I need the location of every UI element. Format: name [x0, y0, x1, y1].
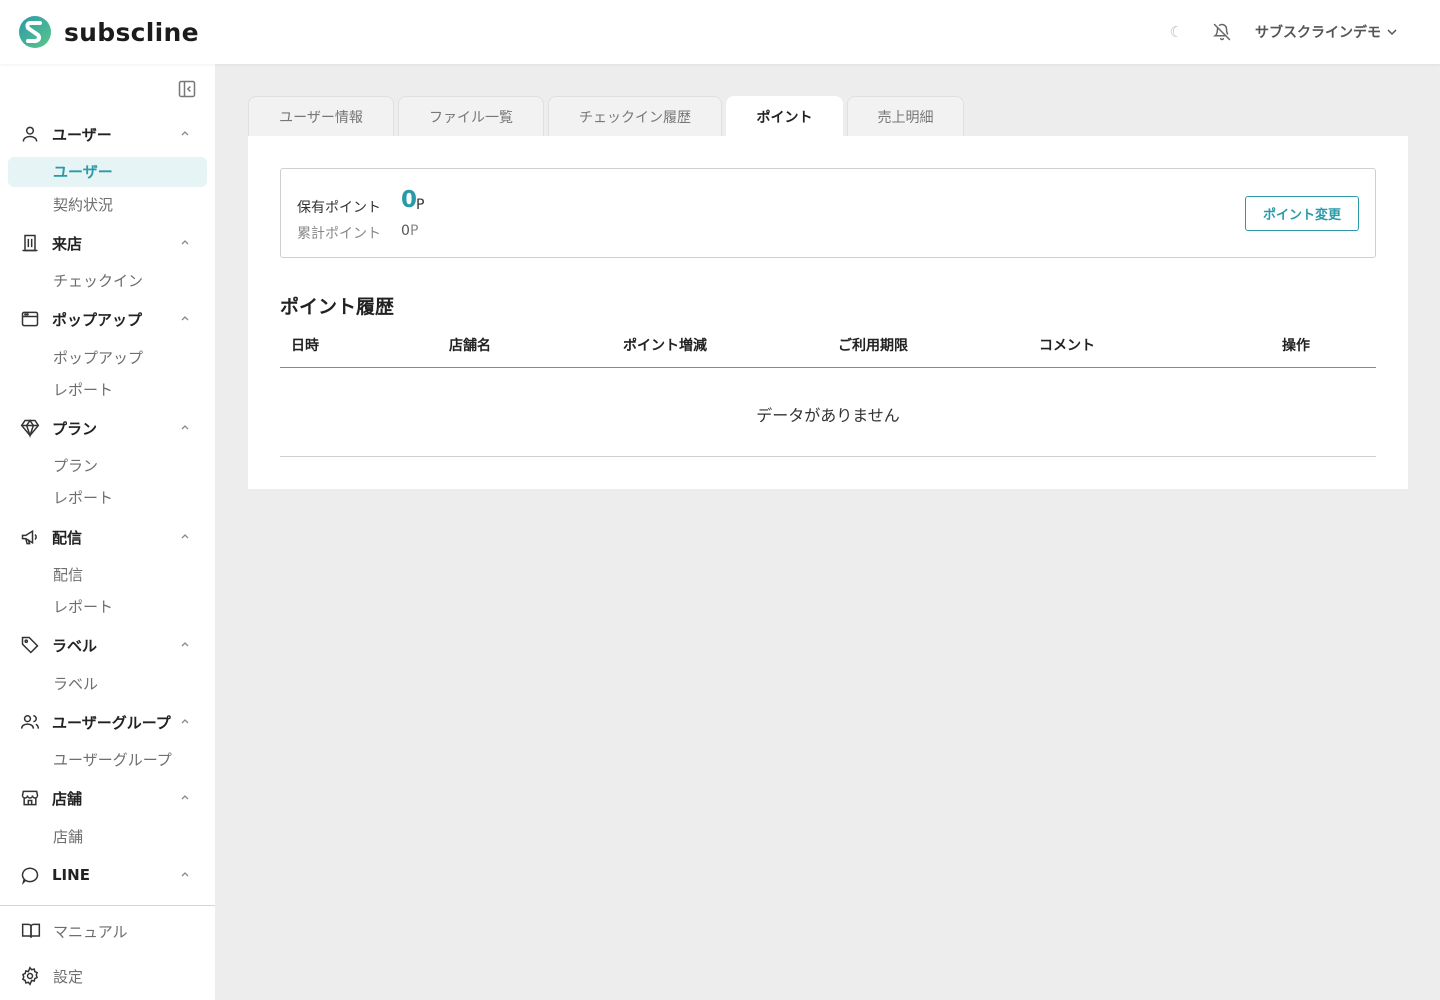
- window-icon: [20, 309, 40, 329]
- chevron-up-icon: [180, 792, 190, 802]
- sidebar-item-plans[interactable]: プラン: [8, 451, 207, 481]
- sidebar-divider: [0, 905, 215, 906]
- brand-name: subscline: [64, 17, 199, 47]
- sidebar-group-delivery[interactable]: 配信: [0, 524, 215, 550]
- points-summary-card: 保有ポイント 0 P 累計ポイント 0 P ポイント変更: [280, 168, 1376, 258]
- sidebar-group-labels[interactable]: ラベル: [0, 632, 215, 658]
- total-points-unit: P: [410, 223, 419, 239]
- chat-bubble-icon: [20, 865, 40, 885]
- logo[interactable]: subscline: [16, 15, 199, 49]
- column-header-points-change: ポイント増減: [623, 338, 707, 354]
- sidebar-group-plans[interactable]: プラン: [0, 415, 215, 441]
- table-bottom-divider: [280, 456, 1376, 457]
- column-header-comment: コメント: [1039, 338, 1095, 354]
- tab-points[interactable]: ポイント: [726, 96, 843, 136]
- tab-user-info[interactable]: ユーザー情報: [248, 96, 394, 136]
- total-points-label: 累計ポイント: [297, 226, 381, 242]
- tab-sales[interactable]: 売上明細: [847, 96, 964, 136]
- sidebar-group-user-groups[interactable]: ユーザーグループ: [0, 709, 215, 735]
- gear-icon: [20, 966, 40, 986]
- points-history-title: ポイント履歴: [280, 296, 395, 318]
- bell-off-icon[interactable]: [1213, 23, 1231, 41]
- top-header: subscline ☾ サブスクラインデモ: [0, 0, 1440, 64]
- sidebar-group-popups[interactable]: ポップアップ: [0, 306, 215, 332]
- chevron-down-icon: [1386, 26, 1398, 38]
- building-icon: [20, 233, 40, 253]
- held-points-unit: P: [416, 197, 425, 213]
- users-icon: [20, 712, 40, 732]
- chevron-up-icon: [180, 531, 190, 541]
- sidebar-group-stores[interactable]: 店舗: [0, 785, 215, 811]
- gem-icon: [20, 418, 40, 438]
- tab-checkin-history[interactable]: チェックイン履歴: [548, 96, 722, 136]
- account-name: サブスクラインデモ: [1255, 25, 1381, 41]
- tag-icon: [20, 635, 40, 655]
- total-points-value: 0: [401, 223, 410, 239]
- sidebar-item-stores[interactable]: 店舗: [8, 822, 207, 852]
- account-menu[interactable]: サブスクラインデモ: [1255, 22, 1398, 42]
- logo-mark-icon: [19, 16, 51, 48]
- sidebar-item-labels[interactable]: ラベル: [8, 669, 207, 699]
- chevron-up-icon: [180, 422, 190, 432]
- store-icon: [20, 788, 40, 808]
- moon-icon[interactable]: ☾: [1170, 23, 1183, 41]
- change-points-button[interactable]: ポイント変更: [1245, 196, 1359, 231]
- points-panel: 保有ポイント 0 P 累計ポイント 0 P ポイント変更 ポイント履歴 日時 店…: [248, 136, 1408, 489]
- sidebar-group-users[interactable]: ユーザー: [0, 121, 215, 147]
- sidebar-item-user-groups[interactable]: ユーザーグループ: [8, 745, 207, 775]
- sidebar-group-line[interactable]: LINE: [0, 862, 215, 888]
- sidebar: ユーザー ユーザー 契約状況 来店 チェックイン ポップアップ ポップアップ レ…: [0, 64, 215, 1000]
- sidebar-item-contracts[interactable]: 契約状況: [8, 190, 207, 220]
- sidebar-item-popup-report[interactable]: レポート: [8, 375, 207, 405]
- user-icon: [20, 124, 40, 144]
- column-header-actions: 操作: [1282, 338, 1310, 354]
- book-icon: [20, 921, 42, 941]
- chevron-up-icon: [180, 237, 190, 247]
- chevron-up-icon: [180, 869, 190, 879]
- chevron-up-icon: [180, 639, 190, 649]
- sidebar-item-manual[interactable]: マニュアル: [0, 919, 215, 943]
- sidebar-group-visits[interactable]: 来店: [0, 230, 215, 256]
- chevron-up-icon: [180, 716, 190, 726]
- sidebar-item-popups[interactable]: ポップアップ: [8, 343, 207, 373]
- sidebar-item-delivery[interactable]: 配信: [8, 560, 207, 590]
- chevron-up-icon: [180, 128, 190, 138]
- sidebar-item-plan-report[interactable]: レポート: [8, 483, 207, 513]
- column-header-expiry: ご利用期限: [838, 338, 908, 354]
- sidebar-item-users[interactable]: ユーザー: [8, 157, 207, 187]
- tab-files[interactable]: ファイル一覧: [398, 96, 544, 136]
- held-points-label: 保有ポイント: [297, 200, 381, 216]
- held-points-value: 0: [401, 187, 418, 213]
- empty-state-text: データがありません: [756, 406, 900, 425]
- table-header-divider: [280, 367, 1376, 368]
- sidebar-collapse-icon[interactable]: [177, 79, 197, 99]
- megaphone-icon: [20, 527, 40, 547]
- column-header-datetime: 日時: [291, 338, 319, 354]
- sidebar-item-delivery-report[interactable]: レポート: [8, 592, 207, 622]
- sidebar-item-checkin[interactable]: チェックイン: [8, 266, 207, 296]
- column-header-store: 店舗名: [449, 338, 491, 354]
- chevron-up-icon: [180, 313, 190, 323]
- sidebar-item-settings[interactable]: 設定: [0, 964, 215, 988]
